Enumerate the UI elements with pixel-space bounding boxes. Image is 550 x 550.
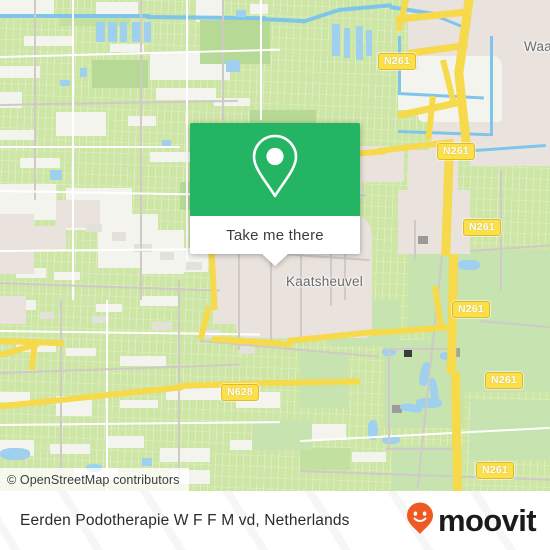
footer-bar: Eerden Podotherapie W F F M vd, Netherla… [0, 491, 550, 550]
road-shield-n261-3: N261 [463, 219, 501, 236]
road-shield-n261-1: N261 [378, 53, 416, 70]
moovit-logo[interactable]: moovit [405, 501, 537, 540]
map-attribution: © OpenStreetMap contributors [0, 468, 189, 491]
road-shield-n261-2: N261 [437, 143, 475, 160]
attribution-text[interactable]: © OpenStreetMap contributors [7, 473, 180, 487]
popup-header [190, 123, 360, 216]
road-shield-n628: N628 [221, 384, 259, 401]
moovit-smiley-pin-icon [405, 501, 435, 540]
popup-tail-arrow [262, 254, 288, 266]
moovit-map-screenshot: Kaatsheuvel Waa N261 N261 N261 N261 N261… [0, 0, 550, 550]
map-canvas[interactable]: Kaatsheuvel Waa N261 N261 N261 N261 N261… [0, 0, 550, 491]
take-me-there-label: Take me there [226, 226, 324, 244]
popup-action-bar[interactable]: Take me there [190, 216, 360, 254]
map-pin-icon [248, 132, 302, 207]
location-caption: Eerden Podotherapie W F F M vd, Netherla… [20, 511, 350, 529]
road-shield-n261-5: N261 [485, 372, 523, 389]
moovit-wordmark: moovit [437, 503, 537, 538]
location-popup[interactable]: Take me there [190, 123, 360, 266]
road-shield-n261-6: N261 [476, 462, 514, 479]
road-shield-n261-4: N261 [452, 301, 490, 318]
